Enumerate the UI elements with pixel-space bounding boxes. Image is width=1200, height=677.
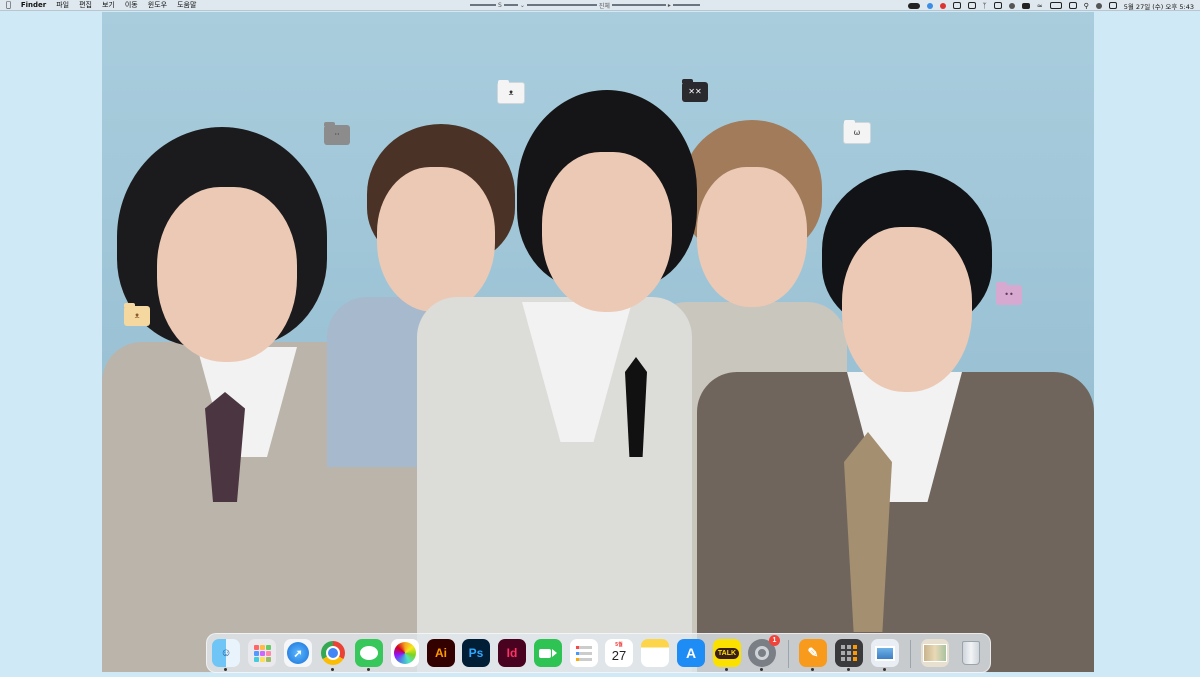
- cloud-icon[interactable]: [907, 2, 920, 9]
- notes-icon[interactable]: [641, 639, 669, 667]
- display-icon[interactable]: [967, 2, 976, 9]
- clipboard-icon[interactable]: [993, 2, 1002, 9]
- menu-bar:  Finder 파일 편집 보기 이동 윈도우 도움말 S ⌄ 진체 ▸ ᛉ …: [0, 0, 1200, 11]
- battery-icon[interactable]: [1049, 2, 1062, 9]
- menu-go[interactable]: 이동: [125, 0, 138, 10]
- pages-icon[interactable]: ✎: [799, 639, 827, 671]
- photoshop-icon[interactable]: Ps: [462, 639, 490, 667]
- menu-file[interactable]: 파일: [56, 0, 69, 10]
- calendar-month: 5월: [615, 642, 623, 648]
- control-center-icon[interactable]: [1068, 2, 1077, 9]
- stack-icon[interactable]: [921, 639, 949, 667]
- apple-menu-icon[interactable]: : [6, 1, 11, 9]
- input-source-icon[interactable]: [1021, 2, 1030, 9]
- illustrator-icon[interactable]: Ai: [427, 639, 455, 667]
- indesign-icon[interactable]: Id: [498, 639, 526, 667]
- menu-center-strip: S ⌄ 진체 ▸: [470, 1, 700, 10]
- window-icon[interactable]: [952, 2, 961, 9]
- menu-window[interactable]: 윈도우: [148, 0, 167, 10]
- messages-icon[interactable]: [355, 639, 383, 671]
- trash-icon[interactable]: [957, 639, 985, 667]
- notification-icon[interactable]: [1108, 2, 1117, 9]
- folder-icon-pink[interactable]: ••: [996, 282, 1022, 305]
- finder-icon[interactable]: ☺: [212, 639, 240, 671]
- dock: ☺ ➚ Ai Ps Id 5월 27 A TALK 1 ✎: [206, 633, 991, 673]
- calendar-day: 27: [611, 648, 627, 663]
- kakaotalk-icon[interactable]: TALK: [713, 639, 741, 671]
- photos-icon[interactable]: [391, 639, 419, 667]
- menu-clock[interactable]: 5월 27일 (수) 오후 5:43: [1124, 1, 1194, 11]
- siri-icon[interactable]: [1095, 2, 1102, 9]
- dock-separator: [910, 640, 911, 668]
- folder-icon-cat[interactable]: ω: [843, 120, 871, 144]
- bluetooth-icon[interactable]: ᛉ: [983, 2, 987, 10]
- safari-icon[interactable]: ➚: [284, 639, 312, 667]
- reminders-icon[interactable]: [570, 639, 598, 667]
- system-preferences-icon[interactable]: 1: [748, 635, 780, 671]
- search-icon[interactable]: ⚲: [1084, 2, 1089, 10]
- wifi-icon[interactable]: ≈: [1037, 2, 1043, 10]
- calculator-icon[interactable]: [835, 639, 863, 671]
- dock-separator: [788, 640, 789, 668]
- menu-edit[interactable]: 편집: [79, 0, 92, 10]
- folder-icon-dog[interactable]: ᴥ: [124, 303, 150, 326]
- kakaotalk-label: TALK: [714, 647, 740, 659]
- folder-icon-bear[interactable]: ᴥ: [497, 80, 525, 104]
- menu-view[interactable]: 보기: [102, 0, 115, 10]
- play-icon[interactable]: ▸: [665, 2, 673, 9]
- menu-app-name[interactable]: Finder: [21, 1, 46, 9]
- center-left-label[interactable]: S: [496, 2, 504, 9]
- status-area: ᛉ ≈ ⚲ 5월 27일 (수) 오후 5:43: [907, 0, 1194, 11]
- record-icon[interactable]: [939, 2, 946, 9]
- folder-icon-gray[interactable]: ··: [324, 122, 350, 145]
- folder-icon-dark[interactable]: ✕✕: [682, 79, 708, 102]
- chevron-down-icon[interactable]: ⌄: [517, 2, 527, 9]
- notification-badge: 1: [769, 635, 780, 646]
- menu-help[interactable]: 도움말: [177, 0, 196, 10]
- launchpad-icon[interactable]: [248, 639, 276, 667]
- calendar-icon[interactable]: 5월 27: [605, 639, 633, 667]
- chrome-icon[interactable]: [319, 639, 347, 671]
- appstore-icon[interactable]: A: [677, 639, 705, 667]
- preview-icon[interactable]: [871, 639, 899, 671]
- desktop-wallpaper: [102, 12, 1094, 672]
- facetime-icon[interactable]: [534, 639, 562, 667]
- center-label[interactable]: 진체: [596, 1, 612, 10]
- status-app-icon[interactable]: [926, 2, 933, 9]
- play-circle-icon[interactable]: [1008, 2, 1015, 9]
